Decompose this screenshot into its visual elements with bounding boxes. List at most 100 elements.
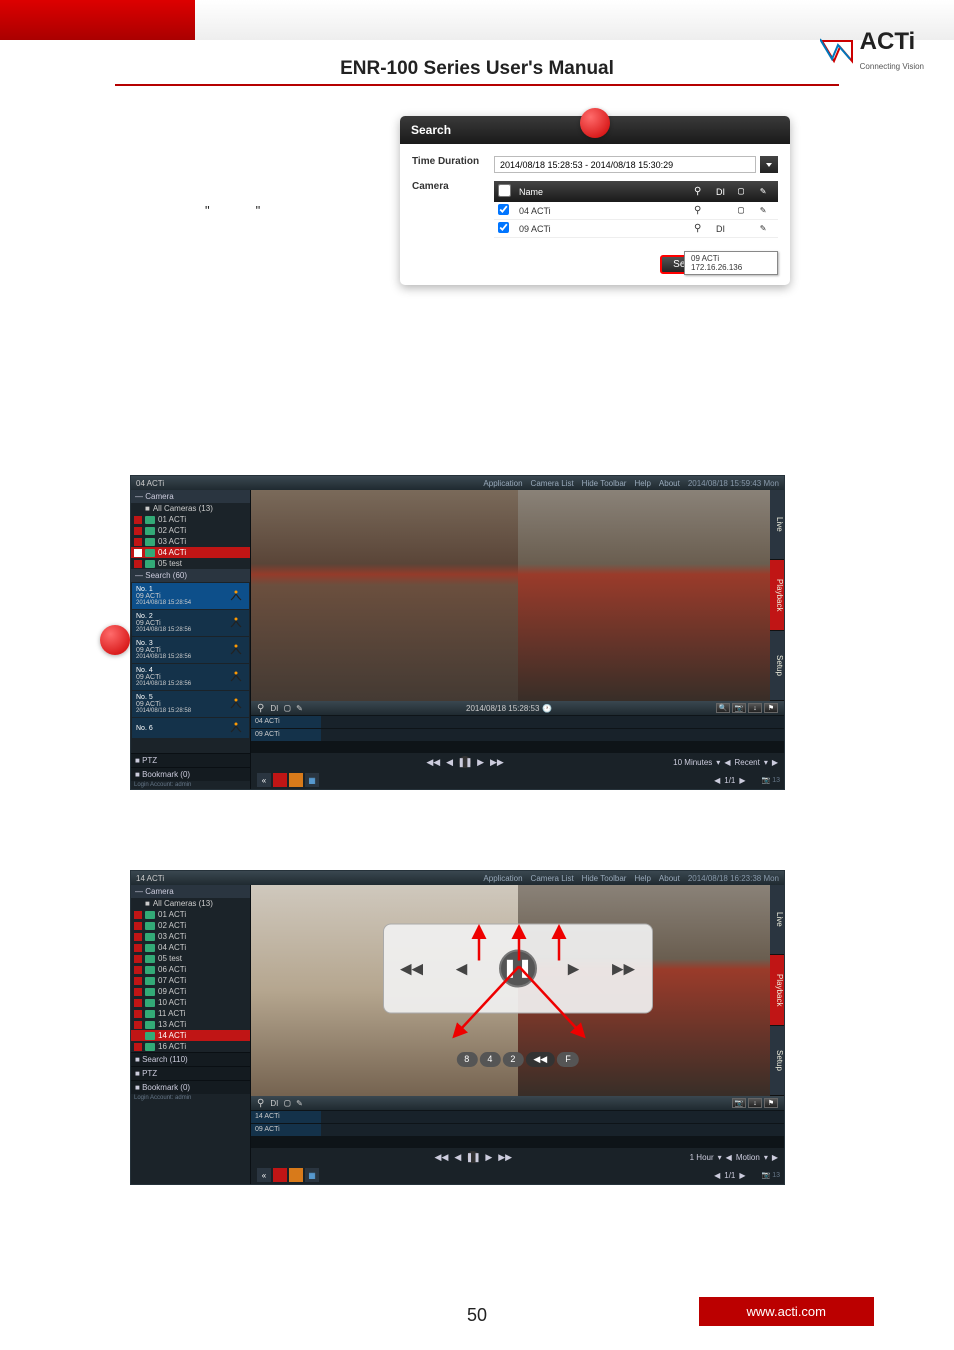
flag-icon[interactable]: ⚑ — [764, 1098, 778, 1108]
pager-prev-icon[interactable]: ◀ — [714, 776, 720, 785]
pause-icon[interactable]: ❚❚ — [467, 1151, 479, 1163]
timeline-track[interactable] — [321, 729, 784, 741]
forward-fast-icon[interactable]: ▶▶ — [498, 1152, 512, 1163]
camera-item[interactable]: 10 ACTi — [131, 997, 250, 1008]
layout-collapse-icon[interactable]: « — [257, 1168, 271, 1182]
camera-item[interactable]: 03 ACTi — [131, 931, 250, 942]
pause-icon[interactable]: ❚❚ — [459, 756, 471, 768]
chevron-down-icon[interactable]: ▾ — [716, 758, 720, 767]
camera-checkbox[interactable] — [498, 204, 509, 215]
flag-icon[interactable]: ⚑ — [764, 703, 778, 713]
pager-next-icon[interactable]: ▶ — [739, 1171, 745, 1180]
pager-prev-icon[interactable]: ◀ — [714, 1171, 720, 1180]
video-area[interactable]: ◀◀ ◀ ❚❚ ▶ ▶▶ 8 4 — [251, 885, 784, 1096]
camera-item-selected[interactable]: 14 ACTi — [131, 1030, 250, 1041]
camera-item[interactable]: 07 ACTi — [131, 975, 250, 986]
menu-application[interactable]: Application — [483, 874, 522, 883]
camera-item[interactable]: 11 ACTi — [131, 1008, 250, 1019]
mode-label[interactable]: Recent — [734, 758, 759, 767]
snapshot-icon[interactable]: 📷 — [732, 1098, 746, 1108]
tab-playback[interactable]: Playback — [770, 955, 784, 1025]
sidebar-section-bookmark[interactable]: ■ Bookmark (0) — [131, 1080, 250, 1094]
sidebar-section-bookmark[interactable]: ■ Bookmark (0) — [131, 767, 250, 781]
rewind-fast-icon[interactable]: ◀◀ — [399, 955, 425, 981]
play-icon[interactable]: ▶ — [561, 955, 587, 981]
layout-collapse-icon[interactable]: « — [257, 773, 271, 787]
layout-1-icon[interactable] — [273, 1168, 287, 1182]
layout-1-icon[interactable] — [273, 773, 287, 787]
camera-item[interactable]: 13 ACTi — [131, 1019, 250, 1030]
camera-item[interactable]: 02 ACTi — [131, 525, 250, 536]
search-result-item[interactable]: No. 109 ACTi2014/08/18 15:28:54 — [132, 583, 249, 609]
timeline-track[interactable] — [321, 716, 784, 728]
menu-hidetoolbar[interactable]: Hide Toolbar — [582, 874, 627, 883]
layout-2-icon[interactable] — [289, 773, 303, 787]
next-icon[interactable]: ▶ — [772, 1153, 778, 1162]
speed-chip[interactable]: ◀◀ — [525, 1052, 555, 1067]
menu-application[interactable]: Application — [483, 479, 522, 488]
forward-fast-icon[interactable]: ▶▶ — [490, 757, 504, 768]
camera-row[interactable]: 09 ACTi ⚲ DI ✎ — [494, 220, 778, 238]
export-icon[interactable]: ↓ — [748, 1098, 762, 1108]
layout-2-icon[interactable] — [289, 1168, 303, 1182]
speed-chip[interactable]: F — [557, 1052, 579, 1067]
camera-item[interactable]: 05 test — [131, 558, 250, 569]
camera-item[interactable]: 03 ACTi — [131, 536, 250, 547]
rewind-icon[interactable]: ◀ — [454, 1152, 461, 1163]
time-dropdown-button[interactable] — [760, 156, 778, 173]
rewind-fast-icon[interactable]: ◀◀ — [435, 1152, 449, 1163]
select-all-checkbox[interactable] — [498, 184, 511, 197]
pager-next-icon[interactable]: ▶ — [739, 776, 745, 785]
play-icon[interactable]: ▶ — [485, 1152, 492, 1163]
sidebar-camera-header[interactable]: — Camera — [131, 490, 250, 503]
tab-setup[interactable]: Setup — [770, 631, 784, 701]
mode-dropdown-icon[interactable]: ▾ — [764, 758, 768, 767]
speed-chip[interactable]: 8 — [456, 1052, 477, 1067]
menu-cameralist[interactable]: Camera List — [531, 874, 574, 883]
sidebar-search-header[interactable]: — Search (60) — [131, 569, 250, 582]
timeline-track[interactable] — [321, 1111, 784, 1123]
search-result-item[interactable]: No. 509 ACTi2014/08/18 15:28:58 — [132, 691, 249, 717]
speed-chip[interactable]: 4 — [479, 1052, 500, 1067]
camera-item[interactable]: 05 test — [131, 953, 250, 964]
rewind-fast-icon[interactable]: ◀◀ — [426, 757, 440, 768]
search-icon[interactable]: 🔍 — [716, 703, 730, 713]
camera-checkbox[interactable] — [498, 222, 509, 233]
camera-item[interactable]: 01 ACTi — [131, 909, 250, 920]
sidebar-section-ptz[interactable]: ■ PTZ — [131, 1066, 250, 1080]
menu-help[interactable]: Help — [634, 874, 650, 883]
camera-item[interactable]: 02 ACTi — [131, 920, 250, 931]
mode-dropdown-icon[interactable]: ▾ — [764, 1153, 768, 1162]
prev-icon[interactable]: ◀ — [726, 1153, 732, 1162]
menu-help[interactable]: Help — [634, 479, 650, 488]
pause-icon[interactable]: ❚❚ — [499, 949, 537, 987]
camera-item[interactable]: 09 ACTi — [131, 986, 250, 997]
export-icon[interactable]: ↓ — [748, 703, 762, 713]
time-duration-input[interactable] — [494, 156, 756, 173]
search-result-item[interactable]: No. 6 — [132, 718, 249, 738]
play-icon[interactable]: ▶ — [477, 757, 484, 768]
next-icon[interactable]: ▶ — [772, 758, 778, 767]
video-area[interactable]: Live Playback Setup — [251, 490, 784, 701]
sidebar-section-ptz[interactable]: ■ PTZ — [131, 753, 250, 767]
mode-label[interactable]: Motion — [736, 1153, 760, 1162]
camera-item[interactable]: 16 ACTi — [131, 1041, 250, 1052]
layout-grid-icon[interactable]: ▦ — [305, 773, 319, 787]
sidebar-camera-header[interactable]: — Camera — [131, 885, 250, 898]
menu-about[interactable]: About — [659, 479, 680, 488]
menu-hidetoolbar[interactable]: Hide Toolbar — [582, 479, 627, 488]
layout-grid-icon[interactable]: ▦ — [305, 1168, 319, 1182]
scale-label[interactable]: 10 Minutes — [673, 758, 712, 767]
tab-live[interactable]: Live — [770, 490, 784, 560]
timeline-track[interactable] — [321, 1124, 784, 1136]
tab-setup[interactable]: Setup — [770, 1026, 784, 1096]
search-result-item[interactable]: No. 309 ACTi2014/08/18 15:28:56 — [132, 637, 249, 663]
search-result-item[interactable]: No. 409 ACTi2014/08/18 15:28:56 — [132, 664, 249, 690]
tab-playback[interactable]: Playback — [770, 560, 784, 630]
search-result-item[interactable]: No. 209 ACTi2014/08/18 15:28:56 — [132, 610, 249, 636]
snapshot-icon[interactable]: 📷 — [732, 703, 746, 713]
speed-chip[interactable]: 2 — [502, 1052, 523, 1067]
rewind-icon[interactable]: ◀ — [449, 955, 475, 981]
camera-item-all[interactable]: ■ All Cameras (13) — [131, 503, 250, 514]
menu-cameralist[interactable]: Camera List — [531, 479, 574, 488]
